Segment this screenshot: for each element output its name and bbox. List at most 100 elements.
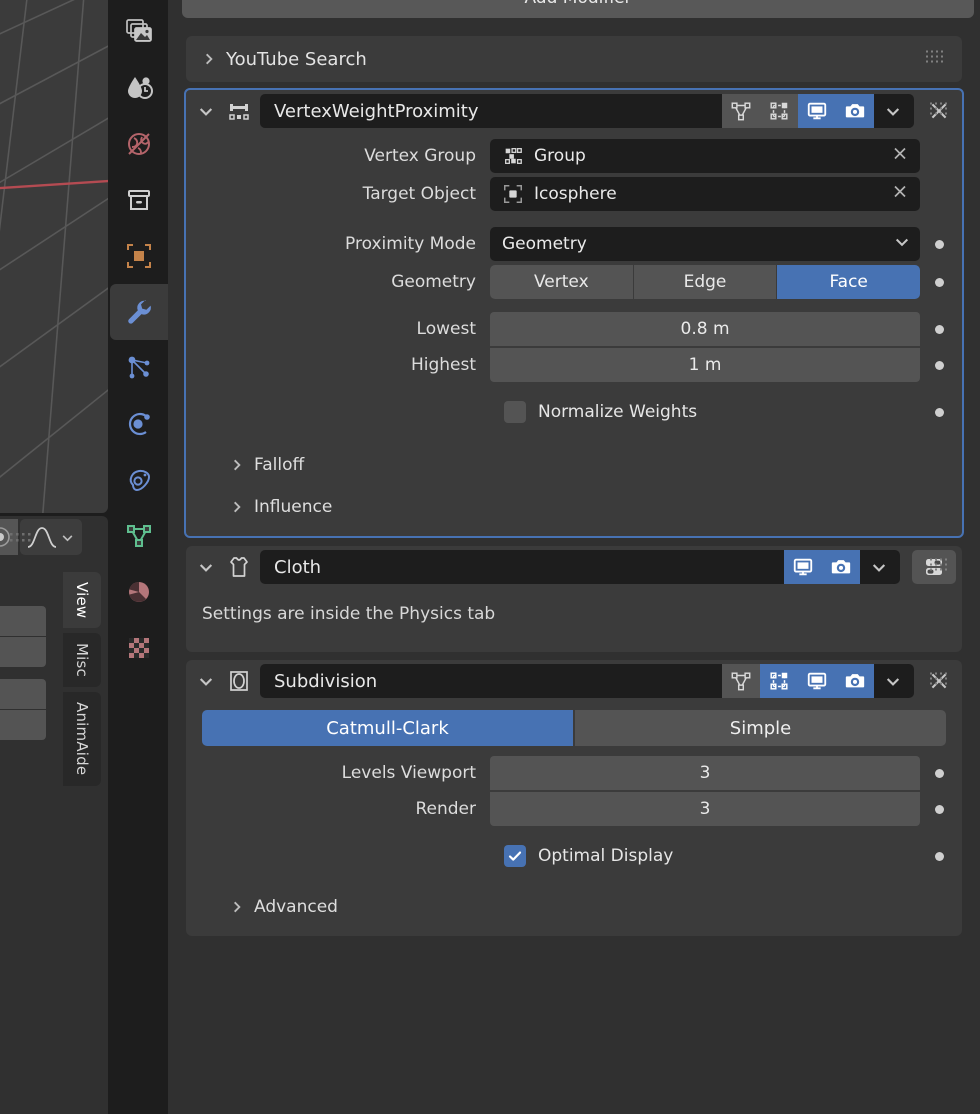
- highest-value-field[interactable]: 1 m: [490, 348, 920, 382]
- row-geometry: Geometry Vertex Edge Face: [190, 264, 958, 300]
- modifier-header[interactable]: VertexWeightProximity: [186, 90, 962, 132]
- subdivision-type-toggle: Catmull-Clark Simple: [202, 710, 946, 746]
- on-cage-toggle[interactable]: [760, 664, 798, 698]
- edit-mode-toggle[interactable]: [722, 94, 760, 128]
- row-lowest: Lowest 0.8 m: [190, 311, 958, 346]
- modifier-name-field[interactable]: VertexWeightProximity: [260, 94, 914, 128]
- subdivision-icon: [224, 668, 254, 694]
- realtime-display-toggle[interactable]: [784, 550, 822, 584]
- animate-decorator[interactable]: [920, 407, 958, 417]
- proximity-mode-value: Geometry: [502, 234, 587, 254]
- chevron-down-icon: [886, 678, 900, 686]
- sidebar-tab-view[interactable]: View: [63, 572, 101, 629]
- clear-vertex-group-button[interactable]: [890, 144, 910, 169]
- panel-value-field[interactable]: [0, 710, 46, 740]
- panel-drag-grip[interactable]: [10, 532, 36, 551]
- properties-tab-output[interactable]: [110, 60, 168, 116]
- panel-value-field[interactable]: [0, 637, 46, 667]
- proximity-mode-dropdown[interactable]: Geometry: [490, 227, 920, 261]
- realtime-display-toggle[interactable]: [798, 664, 836, 698]
- modifier-extras-dropdown[interactable]: [860, 550, 898, 584]
- edit-mode-toggle[interactable]: [722, 664, 760, 698]
- render-display-toggle[interactable]: [836, 664, 874, 698]
- panel-value-field[interactable]: [0, 606, 46, 636]
- row-render-levels: Render 3: [190, 792, 958, 826]
- render-levels-value: 3: [699, 799, 711, 819]
- render-display-toggle[interactable]: [822, 550, 860, 584]
- target-object-label: Target Object: [362, 184, 476, 204]
- animate-decorator[interactable]: [920, 277, 958, 287]
- animate-decorator[interactable]: [920, 360, 958, 370]
- expand-collapse-icon[interactable]: [194, 673, 218, 689]
- levels-viewport-field[interactable]: 3: [490, 755, 920, 790]
- modifier-name-field[interactable]: Subdivision: [260, 664, 914, 698]
- panel-value-field[interactable]: [0, 679, 46, 709]
- modifier-grip-icon[interactable]: [930, 558, 954, 577]
- add-modifier-button[interactable]: Add Modifier: [182, 0, 974, 18]
- geometry-label: Geometry: [391, 272, 476, 292]
- properties-tab-material[interactable]: [110, 564, 168, 620]
- properties-tab-physics[interactable]: [110, 396, 168, 452]
- expand-collapse-icon[interactable]: [194, 559, 218, 575]
- properties-tab-constraints[interactable]: [110, 452, 168, 508]
- animate-decorator[interactable]: [920, 768, 958, 778]
- modifier-grip-icon[interactable]: [930, 102, 954, 121]
- target-object-field[interactable]: Icosphere: [490, 177, 920, 211]
- chevron-down-icon: [872, 564, 886, 572]
- chevron-right-icon: [234, 501, 241, 513]
- vertex-group-field[interactable]: Group: [490, 139, 920, 173]
- clear-target-object-button[interactable]: [890, 182, 910, 207]
- properties-tab-particles[interactable]: [110, 340, 168, 396]
- x-axis-line: [0, 179, 108, 190]
- geometry-option-face[interactable]: Face: [777, 265, 921, 299]
- normalize-weights-checkbox[interactable]: [504, 401, 526, 423]
- expand-collapse-icon[interactable]: [194, 103, 218, 119]
- properties-tab-render[interactable]: [110, 4, 168, 60]
- render-images-icon: [126, 19, 152, 42]
- modifier-subdivision: Subdivision Catmull-Clark Simple Levels …: [186, 660, 962, 936]
- animate-decorator[interactable]: [920, 851, 958, 861]
- realtime-display-toggle[interactable]: [798, 94, 836, 128]
- properties-tab-view-layer[interactable]: [110, 116, 168, 172]
- geometry-option-vertex[interactable]: Vertex: [490, 265, 634, 299]
- modifier-header[interactable]: Subdivision: [186, 660, 962, 702]
- animate-decorator[interactable]: [920, 239, 958, 249]
- modifier-extras-dropdown[interactable]: [874, 664, 912, 698]
- row-highest: Highest 1 m: [190, 348, 958, 382]
- properties-tab-scene[interactable]: [110, 172, 168, 228]
- 3d-viewport[interactable]: [0, 0, 108, 513]
- panel-grip-icon[interactable]: [926, 50, 950, 69]
- vertex-group-value: Group: [534, 146, 586, 166]
- sidebar-tab-animaide[interactable]: AnimAide: [63, 692, 101, 786]
- animate-decorator[interactable]: [920, 324, 958, 334]
- render-levels-label: Render: [415, 799, 476, 819]
- optimal-display-checkbox[interactable]: [504, 845, 526, 867]
- properties-tab-texture[interactable]: [110, 620, 168, 676]
- subdivision-type-catmull-clark[interactable]: Catmull-Clark: [202, 710, 575, 746]
- on-cage-toggle[interactable]: [760, 94, 798, 128]
- properties-tab-modifier[interactable]: [110, 284, 168, 340]
- modifier-name-field[interactable]: Cloth: [260, 550, 900, 584]
- animate-decorator[interactable]: [920, 804, 958, 814]
- sidebar-tab-label: Misc: [73, 643, 91, 678]
- render-display-toggle[interactable]: [836, 94, 874, 128]
- chevron-right-icon: [234, 459, 241, 471]
- subpanel-advanced[interactable]: Advanced: [186, 886, 962, 928]
- properties-tab-object[interactable]: [110, 228, 168, 284]
- subpanel-influence[interactable]: Influence: [186, 486, 962, 528]
- subpanel-falloff[interactable]: Falloff: [186, 444, 962, 486]
- subpanel-title: Falloff: [254, 455, 305, 475]
- modifier-grip-icon[interactable]: [930, 672, 954, 691]
- subdivision-type-simple[interactable]: Simple: [575, 710, 946, 746]
- camera-icon: [845, 674, 865, 688]
- properties-tab-object-data[interactable]: [110, 508, 168, 564]
- monitor-icon: [793, 558, 813, 576]
- modifier-header[interactable]: Cloth: [186, 546, 962, 588]
- sidebar-tab-misc[interactable]: Misc: [63, 633, 101, 688]
- panel-youtube-search[interactable]: YouTube Search: [186, 36, 962, 82]
- render-levels-field[interactable]: 3: [490, 792, 920, 826]
- normalize-weights-label: Normalize Weights: [538, 402, 698, 422]
- lowest-value-field[interactable]: 0.8 m: [490, 311, 920, 346]
- geometry-option-edge[interactable]: Edge: [633, 265, 778, 299]
- modifier-extras-dropdown[interactable]: [874, 94, 912, 128]
